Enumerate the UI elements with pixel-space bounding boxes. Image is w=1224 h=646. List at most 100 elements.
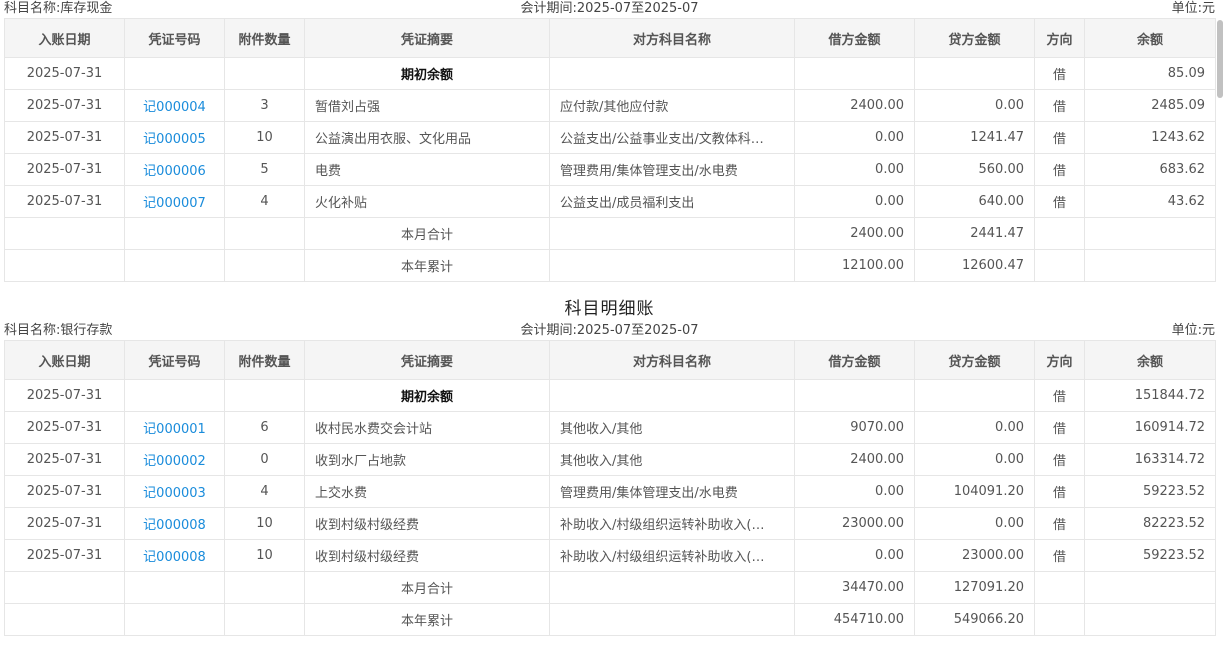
header-balance: 余额 — [1084, 340, 1216, 380]
cell-debit: 23000.00 — [794, 507, 915, 540]
cell-direction — [1034, 603, 1085, 636]
cell-attachment-count — [224, 603, 305, 636]
cell-counter-account: 公益支出/成员福利支出 — [549, 185, 795, 218]
cell-credit: 104091.20 — [914, 475, 1035, 508]
cell-credit: 127091.20 — [914, 571, 1035, 604]
cell-counter-account: 其他收入/其他 — [549, 443, 795, 476]
cell-balance — [1084, 603, 1216, 636]
cell-entry-date: 2025-07-31 — [4, 507, 125, 540]
cell-balance: 2485.09 — [1084, 89, 1216, 122]
header-debit-amount: 借方金额 — [794, 18, 915, 58]
cell-direction — [1034, 217, 1085, 250]
cell-entry-date: 2025-07-31 — [4, 89, 125, 122]
cell-debit: 0.00 — [794, 539, 915, 572]
cell-summary: 上交水费 — [304, 475, 550, 508]
cell-counter-account — [549, 57, 795, 90]
cell-counter-account: 管理费用/集体管理支出/水电费 — [549, 475, 795, 508]
cell-voucher-link[interactable]: 记000005 — [124, 121, 225, 154]
cell-balance — [1084, 571, 1216, 604]
cell-counter-account — [549, 603, 795, 636]
header-counter-account: 对方科目名称 — [549, 18, 795, 58]
cell-summary: 公益演出用衣服、文化用品 — [304, 121, 550, 154]
cell-attachment-count — [224, 379, 305, 412]
header-entry-date: 入账日期 — [4, 18, 125, 58]
table-row: 2025-07-31 记000004 3 暂借刘占强 应付款/其他应付款 2400.00 0… — [4, 89, 1216, 122]
table-body: 2025-07-31 期初余额借 151844.72 2025-07-31 记00000… — [4, 379, 1216, 636]
cell-summary: 电费 — [304, 153, 550, 186]
cell-voucher-link[interactable]: 记000008 — [124, 539, 225, 572]
cell-credit: 23000.00 — [914, 539, 1035, 572]
cell-debit: 34470.00 — [794, 571, 915, 604]
cell-credit: 640.00 — [914, 185, 1035, 218]
table-body: 2025-07-31 期初余额借 85.09 2025-07-31 记000004 3 暂借… — [4, 57, 1216, 282]
cell-entry-date: 2025-07-31 — [4, 443, 125, 476]
cell-voucher-link[interactable]: 记000004 — [124, 89, 225, 122]
cell-voucher-link — [124, 217, 225, 250]
cell-debit: 12100.00 — [794, 249, 915, 282]
cell-credit: 1241.47 — [914, 121, 1035, 154]
cell-balance: 1243.62 — [1084, 121, 1216, 154]
cell-attachment-count: 3 — [224, 89, 305, 122]
total-row: 本年累计 12100.00 12600.47 — [4, 249, 1216, 282]
cell-summary: 收到村级村级经费 — [304, 539, 550, 572]
cell-voucher-link[interactable]: 记000001 — [124, 411, 225, 444]
cell-direction: 借 — [1034, 89, 1085, 122]
cell-attachment-count: 6 — [224, 411, 305, 444]
table-row: 2025-07-31 记000001 6 收村民水费交会计站 其他收入/其他 9070.0… — [4, 411, 1216, 444]
cell-direction: 借 — [1034, 379, 1085, 412]
cell-counter-account — [549, 571, 795, 604]
currency-unit: 单位:元 — [1171, 323, 1215, 338]
cell-counter-account — [549, 249, 795, 282]
cell-voucher-link — [124, 249, 225, 282]
ledger-section-cash: 科目名称:库存现金 会计期间:2025-07至2025-07 单位:元 入账日期… — [4, 0, 1216, 282]
cell-direction: 借 — [1034, 443, 1085, 476]
cell-attachment-count: 0 — [224, 443, 305, 476]
header-entry-date: 入账日期 — [4, 340, 125, 380]
header-voucher-number: 凭证号码 — [124, 340, 225, 380]
cell-voucher-link[interactable]: 记000003 — [124, 475, 225, 508]
cell-attachment-count — [224, 57, 305, 90]
cell-direction — [1034, 571, 1085, 604]
table-row: 2025-07-31 记000003 4 上交水费 管理费用/集体管理支出/水电费 0.0… — [4, 475, 1216, 508]
cell-credit: 0.00 — [914, 507, 1035, 540]
cell-attachment-count: 10 — [224, 539, 305, 572]
cell-voucher-link[interactable]: 记000008 — [124, 507, 225, 540]
cell-summary: 本月合计 — [304, 571, 550, 604]
cell-balance: 151844.72 — [1084, 379, 1216, 412]
cell-voucher-link[interactable]: 记000006 — [124, 153, 225, 186]
cell-counter-account — [549, 217, 795, 250]
header-direction: 方向 — [1034, 340, 1085, 380]
total-row: 本月合计 34470.00 127091.20 — [4, 571, 1216, 604]
cell-balance: 85.09 — [1084, 57, 1216, 90]
cell-attachment-count — [224, 249, 305, 282]
cell-voucher-link — [124, 379, 225, 412]
accounting-period: 会计期间:2025-07至2025-07 — [520, 323, 699, 338]
cell-attachment-count — [224, 217, 305, 250]
cell-credit: 2441.47 — [914, 217, 1035, 250]
cell-balance: 163314.72 — [1084, 443, 1216, 476]
cell-attachment-count: 5 — [224, 153, 305, 186]
cell-counter-account: 补助收入/村级组织运转补助收入(… — [549, 507, 795, 540]
table-row: 2025-07-31 期初余额 借 151844.72 — [4, 379, 1216, 412]
scrollbar-thumb[interactable] — [1217, 20, 1223, 98]
cell-attachment-count: 10 — [224, 121, 305, 154]
cell-summary: 收村民水费交会计站 — [304, 411, 550, 444]
cell-credit: 549066.20 — [914, 603, 1035, 636]
table-row: 2025-07-31 记000006 5 电费 管理费用/集体管理支出/水电费 0.00 5… — [4, 153, 1216, 186]
total-row: 本月合计 2400.00 2441.47 — [4, 217, 1216, 250]
cell-balance: 43.62 — [1084, 185, 1216, 218]
cell-direction: 借 — [1034, 411, 1085, 444]
cell-voucher-link[interactable]: 记000002 — [124, 443, 225, 476]
currency-unit: 单位:元 — [1171, 1, 1215, 16]
section-info-bar: 科目名称:银行存款 会计期间:2025-07至2025-07 单位:元 — [4, 322, 1215, 340]
header-direction: 方向 — [1034, 18, 1085, 58]
cell-attachment-count: 10 — [224, 507, 305, 540]
cell-counter-account — [549, 379, 795, 412]
cell-entry-date — [4, 603, 125, 636]
table-header-row: 入账日期 凭证号码 附件数量 凭证摘要 对方科目名称 借方金额 贷方金额 方向 余额 — [4, 340, 1216, 380]
cell-voucher-link[interactable]: 记000007 — [124, 185, 225, 218]
cell-direction: 借 — [1034, 185, 1085, 218]
cell-voucher-link — [124, 571, 225, 604]
cell-direction: 借 — [1034, 153, 1085, 186]
header-attachment-count: 附件数量 — [224, 18, 305, 58]
